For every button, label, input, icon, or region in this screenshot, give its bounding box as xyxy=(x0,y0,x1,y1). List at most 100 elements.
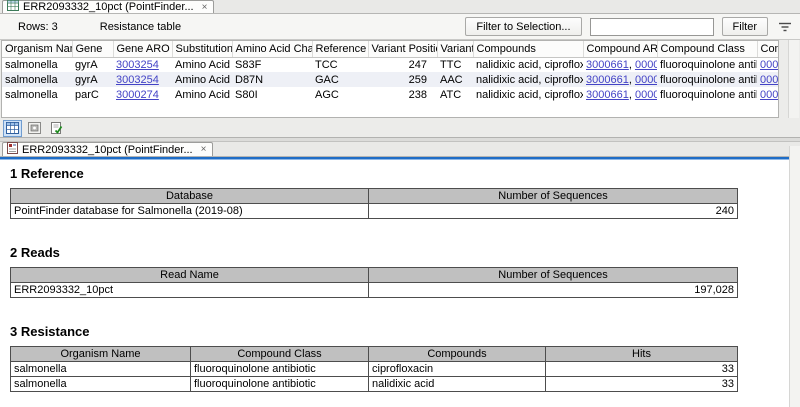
cell-variant-position: 238 xyxy=(368,87,437,102)
report-table-header-row: Database Number of Sequences xyxy=(11,189,738,204)
cell-substitution: Amino Acid xyxy=(172,87,232,102)
cell-organism-name: salmonella xyxy=(11,362,191,377)
col-header-compound-class[interactable]: Compound Class xyxy=(657,41,757,57)
cell-organism-name: salmonella xyxy=(11,377,191,392)
compound-aro-link[interactable]: 3000661 xyxy=(586,89,629,101)
cell-variant-position: 247 xyxy=(368,57,437,72)
cell-number-of-sequences: 197,028 xyxy=(369,283,738,298)
section-heading-reference: 1 Reference xyxy=(10,166,800,181)
cell-compounds: ciprofloxacin xyxy=(369,362,546,377)
tab-pointfinder-report[interactable]: ERR2093332_10pct (PointFinder... × xyxy=(2,142,213,156)
bottom-tab-bar: ERR2093332_10pct (PointFinder... × xyxy=(0,142,800,157)
cell-amino-acid-change: D87N xyxy=(232,72,312,87)
cell-compound-aros: 3000661, 0000036 xyxy=(583,57,657,72)
close-tab-icon[interactable]: × xyxy=(201,144,207,155)
cell-compound-class: fluoroquinolone antibiotic xyxy=(657,57,757,72)
col-header-reference[interactable]: Reference xyxy=(312,41,368,57)
close-tab-icon[interactable]: × xyxy=(202,2,208,13)
col-header-comp[interactable]: Comp... xyxy=(757,41,779,57)
cell-gene-aro: 3003254 xyxy=(113,57,172,72)
cell-compound-class: fluoroquinolone antibiotic xyxy=(191,362,369,377)
col-header-database: Database xyxy=(11,189,369,204)
tab-title: ERR2093332_10pct (PointFinder... xyxy=(23,1,194,13)
comp-link[interactable]: 0000001 xyxy=(760,74,779,86)
table-row[interactable]: salmonella gyrA 3003254 Amino Acid S83F … xyxy=(2,57,779,72)
comp-link[interactable]: 0000001 xyxy=(760,59,779,71)
table-editor-panel: ERR2093332_10pct (PointFinder... × Rows:… xyxy=(0,0,800,40)
col-header-read-name: Read Name xyxy=(11,268,369,283)
gene-aro-link[interactable]: 3003254 xyxy=(116,59,159,71)
cell-compounds: nalidixic acid xyxy=(369,377,546,392)
comp-link[interactable]: 0000001 xyxy=(760,89,779,101)
cell-amino-acid-change: S83F xyxy=(232,57,312,72)
filter-input[interactable] xyxy=(590,18,714,36)
track-view-icon xyxy=(28,122,41,134)
cell-compound-class: fluoroquinolone antibiotic xyxy=(657,87,757,102)
cell-gene: parC xyxy=(72,87,113,102)
cell-read-name: ERR2093332_10pct xyxy=(11,283,369,298)
cell-compound-class: fluoroquinolone antibiotic xyxy=(657,72,757,87)
col-header-organism-name[interactable]: Organism Name xyxy=(2,41,72,57)
col-header-amino-acid-change[interactable]: Amino Acid Change xyxy=(232,41,312,57)
cell-compound-aros: 3000661, 0000036 xyxy=(583,87,657,102)
col-header-compounds[interactable]: Compounds xyxy=(473,41,583,57)
col-header-variant-position[interactable]: Variant Position xyxy=(368,41,437,57)
report-check-view-button[interactable] xyxy=(47,120,66,137)
reference-table: Database Number of Sequences PointFinder… xyxy=(10,188,738,219)
view-mode-bar xyxy=(0,119,800,137)
gene-aro-link[interactable]: 3000274 xyxy=(116,89,159,101)
top-tab-bar: ERR2093332_10pct (PointFinder... × xyxy=(0,0,800,14)
col-header-variant[interactable]: Variant xyxy=(437,41,473,57)
compound-aro-link[interactable]: 0000036 xyxy=(635,89,657,101)
resistance-summary-table: Organism Name Compound Class Compounds H… xyxy=(10,346,738,392)
cell-variant: ATC xyxy=(437,87,473,102)
table-scrollbar[interactable] xyxy=(788,40,799,118)
table-row[interactable]: salmonella parC 3000274 Amino Acid S80I … xyxy=(2,87,779,102)
cell-organism-name: salmonella xyxy=(2,87,72,102)
table-view-icon xyxy=(6,122,19,134)
cell-compound-aros: 3000661, 0000036 xyxy=(583,72,657,87)
cell-substitution: Amino Acid xyxy=(172,72,232,87)
col-header-number-of-sequences: Number of Sequences xyxy=(369,268,738,283)
cell-reference: TCC xyxy=(312,57,368,72)
cell-substitution: Amino Acid xyxy=(172,57,232,72)
col-header-hits: Hits xyxy=(546,347,738,362)
track-view-button[interactable] xyxy=(25,120,44,137)
cell-compounds: nalidixic acid, ciprofloxacin xyxy=(473,87,583,102)
col-header-gene[interactable]: Gene xyxy=(72,41,113,57)
cell-gene-aro: 3000274 xyxy=(113,87,172,102)
compound-aro-link[interactable]: 3000661 xyxy=(586,74,629,86)
cell-compound-class: fluoroquinolone antibiotic xyxy=(191,377,369,392)
tab-pointfinder-table[interactable]: ERR2093332_10pct (PointFinder... × xyxy=(2,0,214,13)
section-heading-reads: 2 Reads xyxy=(10,245,800,260)
report-table-header-row: Read Name Number of Sequences xyxy=(11,268,738,283)
cell-hits: 33 xyxy=(546,362,738,377)
col-header-number-of-sequences: Number of Sequences xyxy=(369,189,738,204)
tab-title: ERR2093332_10pct (PointFinder... xyxy=(22,144,193,156)
rows-count-label: Rows: 3 xyxy=(18,21,58,33)
report-scrollbar[interactable] xyxy=(789,146,800,407)
report-tab-icon xyxy=(7,142,18,157)
col-header-gene-aro[interactable]: Gene ARO xyxy=(113,41,172,57)
table-title-label: Resistance table xyxy=(100,21,181,33)
application-window: ERR2093332_10pct (PointFinder... × Rows:… xyxy=(0,0,800,407)
filter-to-selection-button[interactable]: Filter to Selection... xyxy=(465,17,581,36)
col-header-substitution[interactable]: Substitution xyxy=(172,41,232,57)
filter-button[interactable]: Filter xyxy=(722,17,768,36)
table-tab-icon xyxy=(7,0,19,14)
col-header-compound-aros[interactable]: Compound AROs xyxy=(583,41,657,57)
compound-aro-link[interactable]: 0000036 xyxy=(635,59,657,71)
table-row[interactable]: salmonella gyrA 3003254 Amino Acid D87N … xyxy=(2,72,779,87)
cell-database: PointFinder database for Salmonella (201… xyxy=(11,204,369,219)
cell-compounds: nalidixic acid, ciprofloxacin xyxy=(473,72,583,87)
compound-aro-link[interactable]: 0000036 xyxy=(635,74,657,86)
compound-aro-link[interactable]: 3000661 xyxy=(586,59,629,71)
filter-options-icon[interactable] xyxy=(776,18,794,36)
reads-table: Read Name Number of Sequences ERR2093332… xyxy=(10,267,738,298)
cell-gene: gyrA xyxy=(72,72,113,87)
cell-gene: gyrA xyxy=(72,57,113,72)
cell-compounds: nalidixic acid, ciprofloxacin xyxy=(473,57,583,72)
table-view-button[interactable] xyxy=(3,120,22,137)
gene-aro-link[interactable]: 3003254 xyxy=(116,74,159,86)
report-check-view-icon xyxy=(50,122,63,135)
